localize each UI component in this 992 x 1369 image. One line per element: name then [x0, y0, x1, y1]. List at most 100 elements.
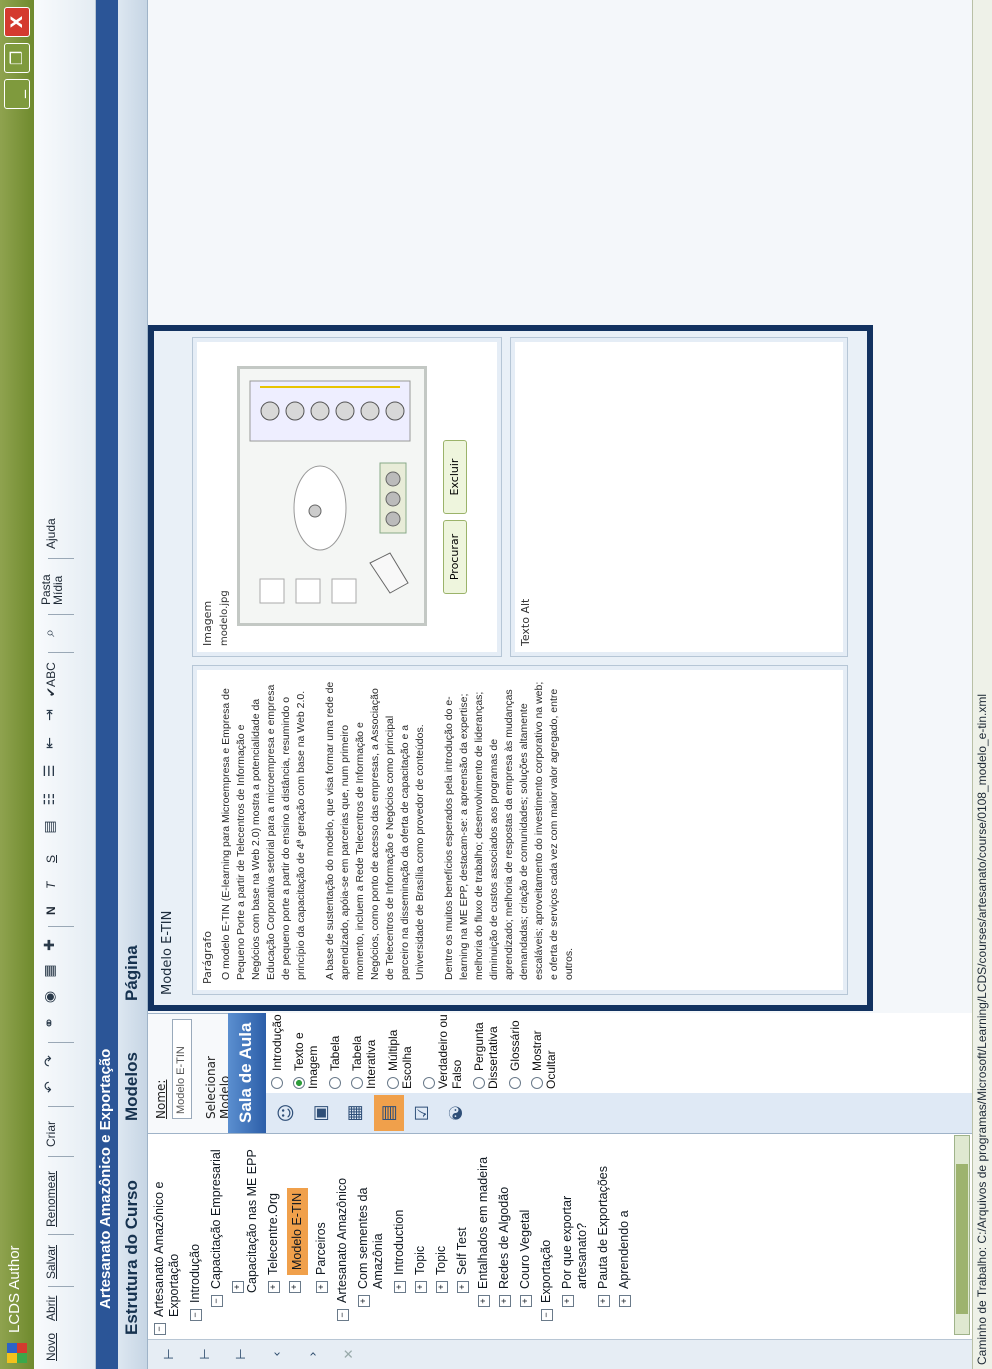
radio-button[interactable] — [387, 1077, 399, 1089]
salvar-button[interactable]: Salvar — [44, 1245, 58, 1279]
interactive-table-model-icon[interactable]: ▤ — [374, 1095, 404, 1131]
tree-node[interactable]: + Por que exportar artesanato? — [560, 1135, 590, 1307]
tree-node[interactable]: + Com sementes da Amazônia — [356, 1135, 386, 1307]
model-option[interactable]: Introdução — [270, 1013, 284, 1089]
expand-collapse-icon[interactable]: + — [394, 1281, 406, 1293]
intro-model-icon[interactable]: ☺ — [272, 1095, 302, 1131]
expand-collapse-icon[interactable]: + — [598, 1295, 610, 1307]
ajuda-button[interactable]: Ajuda — [44, 518, 58, 549]
add-child-icon[interactable]: ⊢ — [198, 1344, 218, 1364]
expand-collapse-icon[interactable]: + — [316, 1281, 328, 1293]
model-option[interactable]: Múltipla Escolha — [386, 1013, 414, 1089]
pasta-midia-button[interactable]: Pasta Mídia — [39, 565, 65, 605]
tree-node[interactable]: + Pauta de Exportações — [596, 1135, 611, 1307]
criar-button[interactable]: Criar — [44, 1121, 58, 1147]
scrollbar-thumb[interactable] — [956, 1164, 968, 1314]
media-icon[interactable]: ◉ — [42, 987, 58, 1007]
radio-button[interactable] — [423, 1077, 435, 1089]
expand-collapse-icon[interactable]: − — [337, 1309, 349, 1321]
indent-icon[interactable]: ⇥ — [42, 705, 58, 725]
add-node-icon[interactable]: ⊢ — [162, 1344, 182, 1364]
tree-node[interactable]: + Modelo E-TIN — [287, 1135, 308, 1293]
true-false-model-icon[interactable]: ☯ — [442, 1095, 472, 1131]
redo-icon[interactable]: ↷ — [42, 1051, 58, 1071]
insert-icon[interactable]: ✚ — [42, 935, 58, 955]
abrir-button[interactable]: Abrir — [44, 1296, 58, 1321]
model-option[interactable]: Mostrar Ocultar — [530, 1013, 558, 1089]
expand-collapse-icon[interactable]: + — [457, 1281, 469, 1293]
move-down-icon[interactable]: › — [306, 1344, 326, 1364]
table-model-icon[interactable]: ▦ — [340, 1095, 370, 1131]
table-icon[interactable]: ▦ — [42, 961, 58, 981]
model-option[interactable]: Verdadeiro ou Falso — [422, 1013, 464, 1089]
model-option[interactable]: Pergunta Dissertativa — [472, 1013, 500, 1089]
radio-button[interactable] — [329, 1077, 341, 1089]
tree-node[interactable]: + Couro Vegetal — [518, 1135, 533, 1307]
tree-node[interactable]: + Telecentre.Org — [266, 1135, 281, 1293]
link-icon[interactable]: ⚭ — [42, 1013, 58, 1033]
move-up-icon[interactable]: ‹ — [270, 1344, 290, 1364]
outdent-icon[interactable]: ⇤ — [42, 733, 58, 753]
maximize-button[interactable]: ❐ — [4, 43, 30, 73]
tree-node[interactable]: + Topic — [434, 1135, 449, 1293]
expand-collapse-icon[interactable]: + — [520, 1295, 532, 1307]
expand-collapse-icon[interactable]: − — [541, 1309, 553, 1321]
expand-collapse-icon[interactable]: + — [478, 1295, 490, 1307]
radio-button[interactable] — [473, 1077, 485, 1089]
tree-horizontal-scrollbar[interactable] — [954, 1135, 970, 1335]
spellcheck-button[interactable]: ✔ABC — [44, 662, 58, 697]
model-option[interactable]: Tabela Interativa — [350, 1013, 378, 1089]
tree-node[interactable]: − Exportação — [539, 1135, 554, 1321]
tree-node[interactable]: + Topic — [413, 1135, 428, 1293]
tree-node[interactable]: − Artesanato Amazônico — [335, 1135, 350, 1321]
model-option[interactable]: Glossário — [508, 1013, 522, 1089]
expand-collapse-icon[interactable]: − — [211, 1295, 223, 1307]
nome-input[interactable]: Modelo E-TIN — [172, 1019, 192, 1119]
excluir-button[interactable]: Excluir — [443, 440, 467, 514]
tree-node[interactable]: + Aprendendo a — [617, 1135, 632, 1307]
expand-collapse-icon[interactable]: + — [415, 1281, 427, 1293]
add-subchild-icon[interactable]: ⊢ — [234, 1344, 254, 1364]
expand-collapse-icon[interactable]: + — [499, 1295, 511, 1307]
expand-collapse-icon[interactable]: + — [232, 1281, 244, 1293]
expand-collapse-icon[interactable]: − — [190, 1309, 202, 1321]
paragraph-editor[interactable]: O modelo E-TIN (E-learning para Microemp… — [219, 678, 591, 980]
minimize-button[interactable]: _ — [4, 79, 30, 109]
tree-node[interactable]: + Capacitação nas ME EPP — [230, 1135, 260, 1293]
expand-collapse-icon[interactable]: + — [436, 1281, 448, 1293]
alt-text-input[interactable] — [539, 344, 839, 628]
numbered-list-icon[interactable]: ☷ — [42, 789, 58, 809]
model-option[interactable]: Texto e Imagem — [292, 1013, 320, 1089]
underline-button[interactable]: S — [44, 855, 58, 863]
expand-collapse-icon[interactable]: + — [289, 1281, 301, 1293]
tree-node[interactable]: − Introdução — [188, 1135, 203, 1321]
radio-button[interactable] — [293, 1077, 305, 1089]
multiple-choice-model-icon[interactable]: ☑ — [408, 1095, 438, 1131]
tree-node[interactable]: + Introduction — [392, 1135, 407, 1293]
expand-collapse-icon[interactable]: + — [562, 1295, 574, 1307]
renomear-button[interactable]: Renomear — [44, 1171, 58, 1227]
tree-node[interactable]: + Redes de Algodão — [497, 1135, 512, 1307]
zoom-icon[interactable]: ⌕ — [42, 623, 58, 643]
tree-node[interactable]: − Artesanato Amazônico e Exportação — [152, 1135, 182, 1335]
expand-collapse-icon[interactable]: + — [358, 1295, 370, 1307]
radio-button[interactable] — [531, 1077, 543, 1089]
expand-collapse-icon[interactable]: − — [154, 1323, 166, 1335]
tree-node[interactable]: + Self Test — [455, 1135, 470, 1293]
model-option[interactable]: Tabela — [328, 1013, 342, 1089]
undo-icon[interactable]: ↶ — [42, 1077, 58, 1097]
tree-node[interactable]: − Capacitação Empresarial — [209, 1135, 224, 1307]
radio-button[interactable] — [271, 1077, 283, 1089]
novo-button[interactable]: Novo — [44, 1333, 58, 1361]
close-button[interactable]: X — [4, 7, 30, 37]
radio-button[interactable] — [509, 1077, 521, 1089]
italic-button[interactable]: T — [44, 882, 58, 889]
expand-collapse-icon[interactable]: + — [619, 1295, 631, 1307]
delete-node-icon[interactable]: ✕ — [342, 1344, 362, 1364]
bold-button[interactable]: N — [44, 906, 58, 915]
procurar-button[interactable]: Procurar — [443, 520, 467, 594]
expand-collapse-icon[interactable]: + — [268, 1281, 280, 1293]
bullet-list-icon[interactable]: ☰ — [42, 761, 58, 781]
tree-node[interactable]: + Entalhados em madeira — [476, 1135, 491, 1307]
highlight-icon[interactable]: ▤ — [42, 817, 58, 837]
